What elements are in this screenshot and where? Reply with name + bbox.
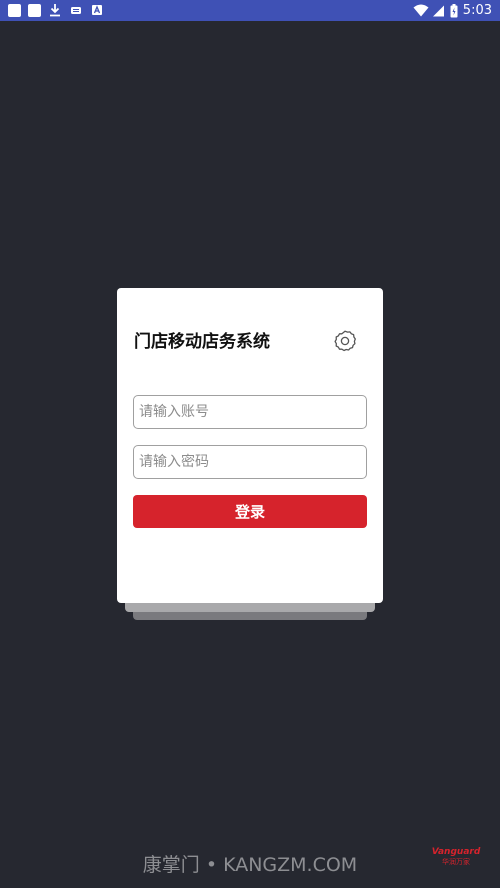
brand-name-en: Vanguard: [431, 847, 481, 857]
password-input[interactable]: [133, 445, 367, 479]
cellular-signal-icon: [432, 5, 444, 17]
settings-button[interactable]: [333, 329, 357, 353]
download-icon: [50, 4, 60, 17]
font-icon: [92, 5, 102, 15]
notification-square-icon: [8, 3, 21, 17]
notification-icons: [8, 3, 111, 17]
notification-square-icon: [28, 3, 41, 17]
wifi-icon: [413, 4, 429, 17]
brand-logo: Vanguard 华润万家: [428, 847, 484, 867]
username-input[interactable]: [133, 395, 367, 429]
system-icons: 5:03: [413, 2, 492, 19]
login-card: 门店移动店务系统 登录: [117, 288, 383, 603]
gear-icon: [334, 330, 356, 352]
status-time: 5:03: [462, 3, 492, 18]
battery-icon: [450, 3, 458, 17]
app-title: 门店移动店务系统: [134, 332, 270, 352]
login-button[interactable]: 登录: [133, 495, 367, 528]
brand-name-cn: 华润万家: [442, 858, 470, 866]
watermark-text: 康掌门 • KANGZM.COM: [142, 854, 358, 876]
keyboard-icon: [71, 7, 81, 14]
status-bar: 5:03: [0, 0, 500, 21]
